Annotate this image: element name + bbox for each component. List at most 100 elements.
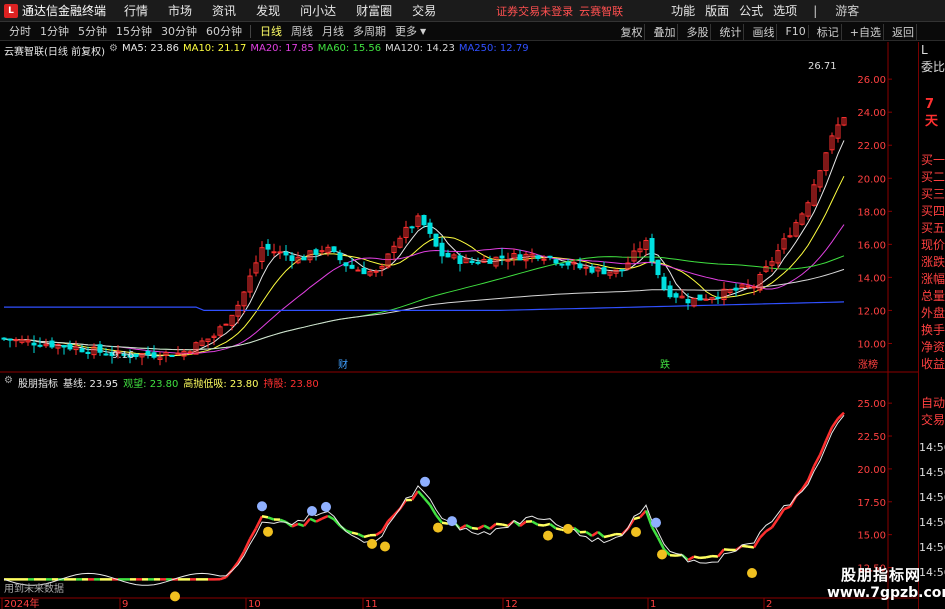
- smiley-icon: [321, 501, 331, 512]
- period-30min[interactable]: 30分钟: [161, 23, 197, 39]
- candle-body: [421, 215, 427, 226]
- indicator-segment: [375, 530, 383, 537]
- side-netasset: 净资: [921, 340, 945, 354]
- side-top-l[interactable]: L: [919, 42, 945, 59]
- menu-bar: L 通达信金融终端 行情 市场 资讯 发现 问小达 财富圈 交易 证券交易未登录…: [0, 0, 945, 22]
- side-buy2: 买二: [921, 170, 945, 184]
- indicator-segment: [423, 497, 431, 506]
- indicator-segment: [656, 537, 666, 550]
- period-60min[interactable]: 60分钟: [206, 23, 242, 39]
- guest-label[interactable]: 游客: [835, 2, 859, 19]
- window-controls-icon[interactable]: |: [813, 4, 817, 18]
- candle-body: [187, 351, 193, 354]
- price-tick-label: 20.00: [857, 174, 886, 185]
- period-multi[interactable]: 多周期: [353, 23, 386, 39]
- period-monthly[interactable]: 月线: [322, 23, 344, 39]
- period-fenshi[interactable]: 分时: [9, 23, 31, 39]
- tool-f10[interactable]: F10: [783, 25, 809, 38]
- candle-body: [475, 261, 481, 264]
- indicator-segment: [483, 524, 491, 530]
- indicator-segment: [363, 534, 371, 539]
- period-daily[interactable]: 日线: [260, 23, 282, 39]
- menu-zixun[interactable]: 资讯: [212, 2, 236, 19]
- brand-link[interactable]: 云赛智联: [579, 3, 623, 19]
- indicator-lines: [3, 411, 845, 602]
- smiley-icon: [631, 526, 641, 537]
- menu-hangqing[interactable]: 行情: [124, 2, 148, 19]
- menu-faxian[interactable]: 发现: [256, 2, 280, 19]
- period-1min[interactable]: 1分钟: [40, 23, 69, 39]
- smiley-icon: [380, 541, 390, 552]
- event-marker: 跌: [660, 358, 670, 371]
- indicator-segment: [741, 544, 749, 548]
- indicator-tick-label: 17.50: [857, 498, 886, 509]
- candle-body: [751, 286, 757, 289]
- watermark: 股朋指标网 www.7gpzb.com: [827, 564, 945, 601]
- tick-time: 14:56: [919, 441, 945, 454]
- side-trade[interactable]: 交易: [919, 412, 945, 429]
- side-eps: 收益: [921, 357, 945, 371]
- indicator-segment: [297, 522, 305, 528]
- indicator-segment: [549, 522, 557, 530]
- period-weekly[interactable]: 周线: [291, 23, 313, 39]
- tool-diejia[interactable]: 叠加: [651, 23, 679, 40]
- smiley-icon: [433, 522, 443, 533]
- menu-gongneng[interactable]: 功能: [671, 2, 695, 19]
- tool-tongji[interactable]: 统计: [717, 23, 745, 40]
- menu-xuanxiang[interactable]: 选项: [773, 2, 797, 19]
- price-tick-label: 18.00: [857, 207, 886, 218]
- candle-body: [85, 351, 91, 354]
- login-status-link[interactable]: 证券交易未登录: [496, 3, 573, 19]
- candle-body: [445, 252, 451, 258]
- menu-jiaoyi[interactable]: 交易: [412, 2, 436, 19]
- candle-body: [289, 255, 295, 261]
- chart-tools: 复权 叠加 多股 统计 画线 F10 标记 +自选 返回: [612, 22, 917, 41]
- side-turnover: 换手: [921, 323, 945, 337]
- side-price: 现价: [921, 238, 945, 252]
- candle-body: [547, 255, 553, 258]
- side-auto[interactable]: 自动: [919, 395, 945, 412]
- price-tick-label: 10.00: [857, 339, 886, 350]
- candle-body: [541, 258, 547, 261]
- price-tick-label: 12.00: [857, 306, 886, 317]
- chevron-down-icon[interactable]: ▼: [420, 27, 426, 36]
- tick-time: 14:56: [919, 541, 945, 554]
- indicator-segment: [315, 517, 323, 523]
- candle-body: [79, 348, 85, 353]
- price-tick-label: 16.00: [857, 240, 886, 251]
- tool-duogu[interactable]: 多股: [684, 23, 712, 40]
- candle-body: [301, 256, 307, 261]
- side-pct: 涨幅: [921, 272, 945, 286]
- candle-body: [337, 252, 343, 261]
- indicator-segment: [477, 524, 485, 530]
- candlesticks: [1, 117, 847, 366]
- candle-body: [169, 355, 175, 358]
- max-price-label: 26.71: [808, 61, 837, 72]
- period-15min[interactable]: 15分钟: [116, 23, 152, 39]
- smiley-icon: [263, 526, 273, 537]
- tool-fanhui[interactable]: 返回: [890, 23, 917, 40]
- menu-wenxiaoda[interactable]: 问小达: [300, 2, 336, 19]
- tool-zixuan[interactable]: +自选: [848, 23, 884, 40]
- tool-biaoji[interactable]: 标记: [815, 23, 842, 40]
- indicator-segment: [752, 536, 762, 549]
- period-5min[interactable]: 5分钟: [78, 23, 107, 39]
- moving-average-lines: [3, 140, 845, 357]
- time-label: 2024年: [4, 597, 39, 609]
- menu-banmian[interactable]: 版面: [705, 2, 729, 19]
- time-axis: 2024年 9 10 11 12 1 2: [1, 597, 772, 609]
- time-label: 1: [650, 599, 656, 609]
- indicator-segment: [261, 515, 269, 519]
- menu-shichang[interactable]: 市场: [168, 2, 192, 19]
- candle-body: [223, 323, 229, 326]
- indicator-segment: [531, 520, 539, 526]
- menu-gongshi[interactable]: 公式: [739, 2, 763, 19]
- period-more[interactable]: 更多: [395, 23, 417, 39]
- menu-caifuquan[interactable]: 财富圈: [356, 2, 392, 19]
- tool-fuquan[interactable]: 复权: [618, 23, 646, 40]
- price-tick-label: 26.00: [857, 75, 886, 86]
- tool-huaxian[interactable]: 画线: [750, 23, 778, 40]
- indicator-segment: [765, 526, 773, 533]
- candle-body: [601, 267, 607, 275]
- kline-chart[interactable]: 26.00 24.00 22.00 20.00 18.00 16.00 14.00 12.00…: [0, 42, 918, 609]
